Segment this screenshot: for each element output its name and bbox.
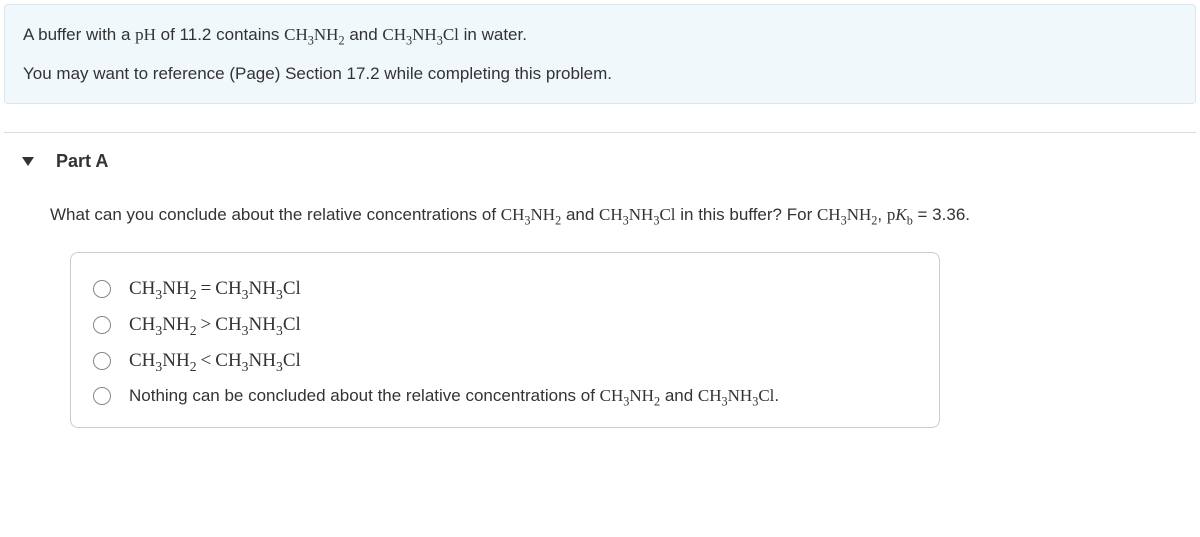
option-3[interactable]: CH3NH2<CH3NH3Cl bbox=[93, 343, 917, 379]
text: in this buffer? For bbox=[676, 205, 817, 224]
option-1[interactable]: CH3NH2=CH3NH3Cl bbox=[93, 271, 917, 307]
text: and bbox=[561, 205, 599, 224]
problem-intro: A buffer with a pH of 11.2 contains CH3N… bbox=[4, 4, 1196, 104]
option-2[interactable]: CH3NH2>CH3NH3Cl bbox=[93, 307, 917, 343]
pkb-label: pKb bbox=[887, 205, 913, 224]
options-group: CH3NH2=CH3NH3Cl CH3NH2>CH3NH3Cl CH3NH2<C… bbox=[70, 252, 940, 428]
q-species-1: CH3NH2 bbox=[501, 205, 561, 224]
q-species-2: CH3NH3Cl bbox=[599, 205, 676, 224]
option-label: CH3NH2>CH3NH3Cl bbox=[129, 314, 301, 336]
chevron-down-icon bbox=[22, 157, 34, 166]
intro-line-1: A buffer with a pH of 11.2 contains CH3N… bbox=[23, 21, 1177, 48]
text: in water. bbox=[459, 25, 527, 44]
radio-icon[interactable] bbox=[93, 352, 111, 370]
text: , bbox=[877, 205, 886, 224]
species-1: CH3NH2 bbox=[284, 25, 344, 44]
text: What can you conclude about the relative… bbox=[50, 205, 501, 224]
text: = 3.36. bbox=[913, 205, 970, 224]
option-label: CH3NH2<CH3NH3Cl bbox=[129, 350, 301, 372]
text: A buffer with a bbox=[23, 25, 135, 44]
radio-icon[interactable] bbox=[93, 316, 111, 334]
text: and bbox=[345, 25, 383, 44]
q-species-3: CH3NH2 bbox=[817, 205, 877, 224]
intro-line-2: You may want to reference (Page) Section… bbox=[23, 60, 1177, 87]
part-title: Part A bbox=[56, 151, 108, 172]
option-label: CH3NH2=CH3NH3Cl bbox=[129, 278, 301, 300]
part-a-header[interactable]: Part A bbox=[0, 133, 1200, 190]
question-text: What can you conclude about the relative… bbox=[0, 190, 1200, 232]
text: of 11.2 contains bbox=[156, 25, 284, 44]
radio-icon[interactable] bbox=[93, 387, 111, 405]
radio-icon[interactable] bbox=[93, 280, 111, 298]
option-label: Nothing can be concluded about the relat… bbox=[129, 386, 779, 406]
option-4[interactable]: Nothing can be concluded about the relat… bbox=[93, 379, 917, 413]
ph-label: pH bbox=[135, 25, 156, 44]
species-2: CH3NH3Cl bbox=[382, 25, 459, 44]
